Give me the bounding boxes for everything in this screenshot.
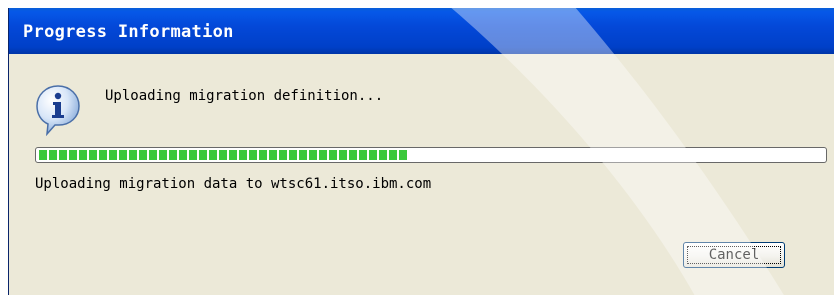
- detail-message: Uploading migration data to wtsc61.itso.…: [35, 176, 432, 192]
- title-bar[interactable]: Progress Information: [9, 8, 834, 54]
- progress-fill: [39, 150, 408, 160]
- progress-dialog: Progress Information Uploading migration…: [8, 8, 834, 295]
- window-title: Progress Information: [23, 22, 234, 42]
- dialog-body: Uploading migration definition... Upload…: [9, 54, 834, 295]
- cancel-button[interactable]: Cancel: [683, 242, 785, 268]
- status-message: Uploading migration definition...: [105, 88, 384, 104]
- progress-bar: [35, 147, 827, 163]
- info-icon: [36, 85, 80, 136]
